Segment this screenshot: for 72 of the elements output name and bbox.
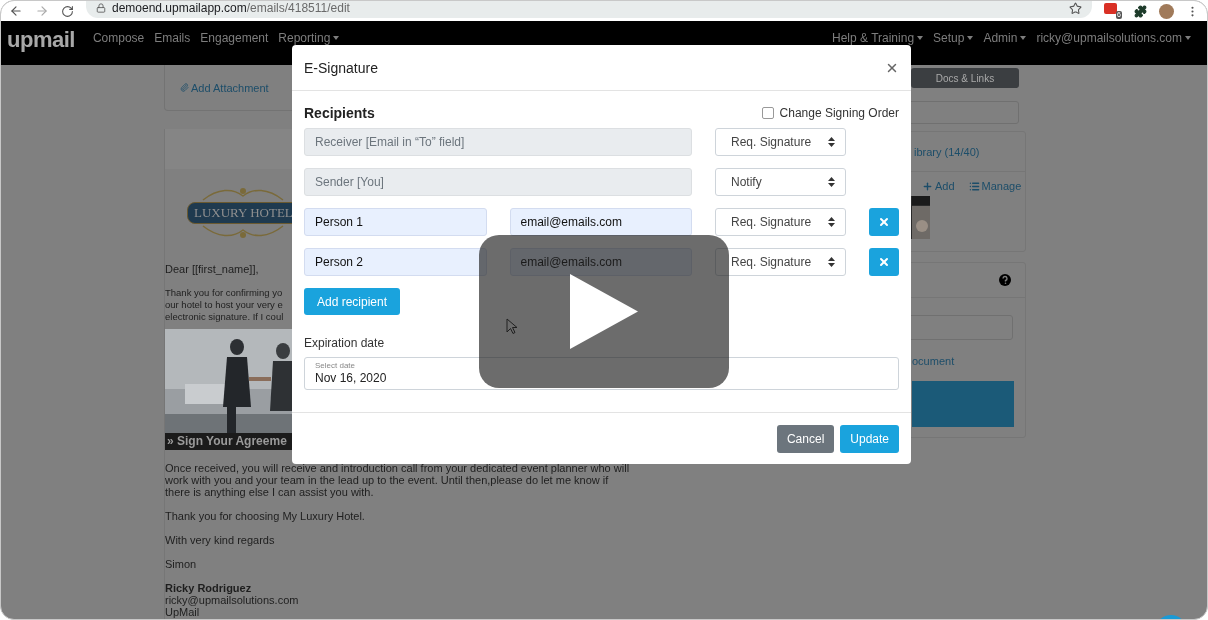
- date-value: Nov 16, 2020: [315, 371, 388, 386]
- role-select[interactable]: Req. Signature: [715, 208, 846, 236]
- role-select[interactable]: Notify: [715, 168, 846, 196]
- email-text-line: electronic signature. If I coul: [165, 311, 284, 323]
- avatar-icon[interactable]: [1159, 3, 1174, 19]
- sort-caret-icon: [828, 257, 835, 267]
- section-title: Recipients: [304, 105, 375, 121]
- puzzle-icon[interactable]: [1134, 4, 1147, 18]
- remove-button[interactable]: [869, 248, 899, 276]
- nav-link[interactable]: Admin: [983, 31, 1027, 45]
- nav-link[interactable]: Engagement: [200, 31, 269, 45]
- url-text: demoend.upmailapp.com/emails/418511/edit: [112, 1, 350, 15]
- recipient-name-field[interactable]: Person 2: [304, 248, 487, 276]
- email-text-line: our hotel to host your very e: [165, 299, 283, 311]
- back-icon[interactable]: [9, 4, 23, 18]
- greeting-text: Dear [[first_name]],: [165, 263, 260, 275]
- email-paragraph: With very kind regards: [165, 534, 276, 546]
- caret-icon: [917, 36, 924, 40]
- plus-icon: [922, 180, 933, 192]
- role-select[interactable]: Req. Signature: [715, 248, 846, 276]
- reload-icon[interactable]: [61, 4, 74, 18]
- recipient-name-field: Receiver [Email in “To” field]: [304, 128, 692, 156]
- nav-link[interactable]: Compose: [92, 31, 145, 45]
- address-bar[interactable]: demoend.upmailapp.com/emails/418511/edit: [86, 1, 1092, 18]
- forward-icon[interactable]: [35, 4, 49, 18]
- email-text-line: Thank you for confirming yo: [165, 287, 283, 299]
- nav-link[interactable]: ricky@upmailsolutions.com: [1036, 31, 1191, 45]
- role-select[interactable]: Req. Signature: [715, 128, 846, 156]
- field-label: Expiration date: [304, 336, 386, 350]
- nav-link[interactable]: Setup: [933, 31, 974, 45]
- floating-label: Select date: [315, 361, 357, 371]
- recipient-name-field[interactable]: Person 1: [304, 208, 487, 236]
- nav-link[interactable]: Help & Training: [832, 31, 924, 45]
- nav-link[interactable]: Reporting: [278, 31, 340, 45]
- recipient-name-field: Sender [You]: [304, 168, 692, 196]
- signature-name: Ricky Rodriguez: [165, 582, 253, 594]
- cancel-button[interactable]: Cancel: [776, 424, 835, 453]
- close-icon: [878, 216, 890, 228]
- add-recipient-button[interactable]: Add recipient: [304, 288, 401, 315]
- date-field[interactable]: Select date Nov 16, 2020: [304, 357, 899, 390]
- remove-button[interactable]: [869, 208, 899, 236]
- nav-link[interactable]: Emails: [154, 31, 191, 45]
- email-paragraph: Simon: [165, 558, 198, 570]
- signature-email: ricky@upmailsolutions.com: [165, 594, 300, 606]
- caret-icon: [1020, 36, 1027, 40]
- caret-icon: [967, 36, 974, 40]
- dialog-title: E-Signature: [304, 59, 378, 76]
- sort-caret-icon: [828, 217, 835, 227]
- recipient-email-field[interactable]: email@emails.com: [509, 208, 692, 236]
- sort-caret-icon: [828, 137, 835, 147]
- checkbox-label: Change Signing Order: [779, 106, 899, 120]
- update-button[interactable]: Update: [840, 424, 899, 453]
- checkbox[interactable]: [761, 107, 774, 119]
- cursor-icon: [506, 318, 518, 335]
- email-paragraph: Once received, you will receive and introduction call from your dedicated event planner who will work with you and your team in the lead up to the event. Until then,please do let me know if there is anything else I can assist you with.: [165, 462, 631, 498]
- play-overlay[interactable]: [479, 235, 729, 388]
- play-icon: [570, 274, 638, 349]
- signature-company: UpMail: [165, 606, 201, 618]
- close-icon: [878, 256, 890, 268]
- sort-caret-icon: [828, 177, 835, 187]
- help-icon[interactable]: [999, 274, 1011, 286]
- docs-links-tab[interactable]: Docs & Links: [911, 68, 1019, 88]
- lock-icon: [96, 3, 106, 13]
- banner-caption: » Sign Your Agreeme: [165, 433, 292, 450]
- logo[interactable]: upmail: [7, 27, 75, 53]
- email-paragraph: Thank you for choosing My Luxury Hotel.: [165, 510, 366, 522]
- star-icon[interactable]: [1069, 1, 1082, 15]
- caret-icon: [1185, 36, 1191, 40]
- recipient-email-field[interactable]: email@emails.com: [509, 248, 692, 276]
- paperclip-icon: [180, 83, 189, 92]
- list-icon: [968, 180, 980, 192]
- caret-icon: [333, 36, 340, 40]
